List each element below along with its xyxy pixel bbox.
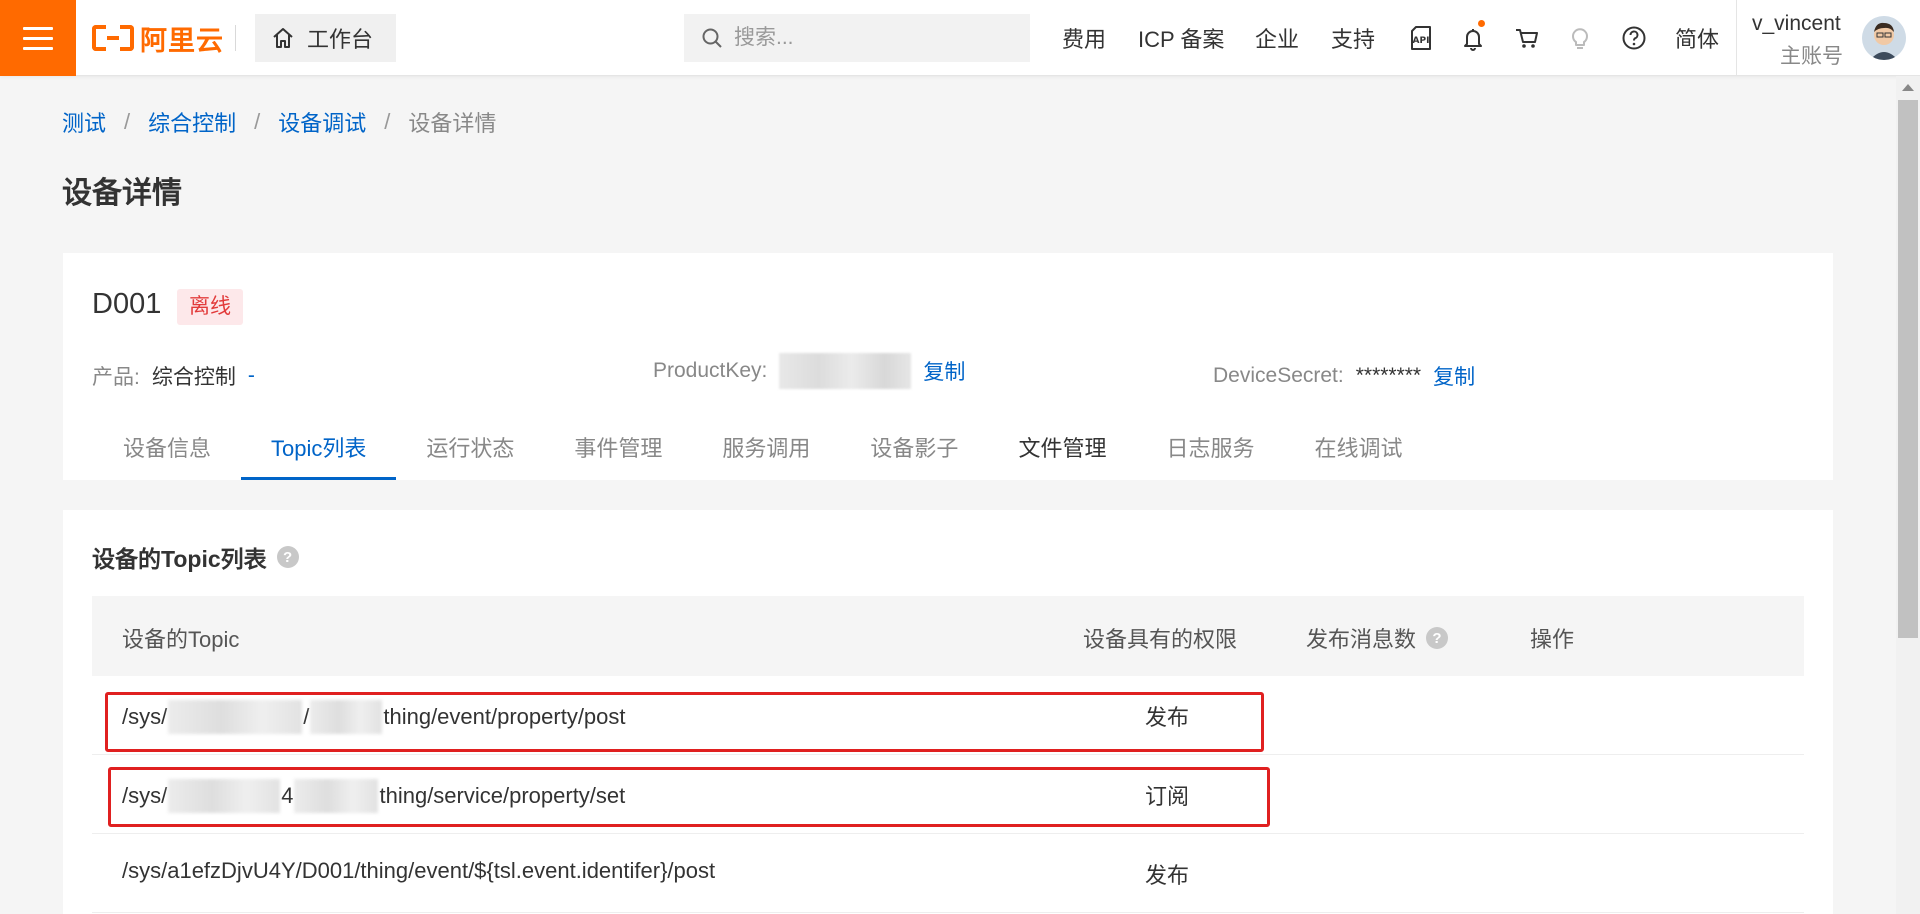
tab-log-service[interactable]: 日志服务: [1136, 423, 1284, 480]
cart-icon[interactable]: [1513, 24, 1541, 52]
tab-service-call[interactable]: 服务调用: [692, 423, 840, 480]
productkey-label: ProductKey:: [653, 359, 768, 382]
aliyun-logo-mark: [92, 25, 134, 51]
redacted-product-key: [168, 779, 281, 813]
topic-path: /sys/ / thing/event/property/post: [122, 700, 626, 734]
product-value: 综合控制: [151, 366, 236, 389]
svg-text:API: API: [1413, 36, 1430, 46]
page-title: 设备详情: [62, 177, 182, 210]
breadcrumb-item-current: 设备详情: [408, 111, 497, 136]
user-separator: [1736, 0, 1737, 76]
search-icon: [702, 28, 722, 48]
table-row: /sys/ 4 thing/service/property/set 订阅: [92, 755, 1804, 834]
aliyun-logo[interactable]: 阿里云: [92, 20, 224, 56]
tab-event-management[interactable]: 事件管理: [544, 423, 692, 480]
product-meta: 产品: 综合控制 -: [92, 361, 255, 391]
column-action: 操作: [1530, 627, 1575, 652]
redacted-product-key: [168, 700, 303, 734]
breadcrumb: 测试 / 综合控制 / 设备调试 / 设备详情: [62, 106, 496, 138]
productkey-copy-button[interactable]: 复制: [923, 356, 965, 386]
devicesecret-value: ********: [1355, 364, 1422, 387]
tab-online-debug[interactable]: 在线调试: [1284, 423, 1432, 480]
tab-running-status[interactable]: 运行状态: [396, 423, 544, 480]
topic-prefix: /sys/: [122, 704, 168, 729]
table-row: /sys/ / thing/event/property/post 发布: [92, 676, 1804, 755]
device-tabs: 设备信息 Topic列表 运行状态 事件管理 服务调用 设备影子 文件管理 日志…: [63, 423, 1432, 480]
productkey-meta: ProductKey: 复制: [653, 353, 965, 389]
product-link[interactable]: -: [248, 364, 255, 388]
scroll-up-arrow-icon[interactable]: [1902, 84, 1914, 91]
user-name[interactable]: v_vincent: [1752, 12, 1841, 36]
scrollbar-thumb[interactable]: [1898, 100, 1918, 638]
product-label: 产品:: [92, 366, 140, 389]
device-name: D001: [92, 288, 162, 320]
home-icon: [273, 28, 293, 48]
section-title-text: 设备的Topic列表: [92, 546, 267, 572]
nav-enterprise[interactable]: 企业: [1255, 22, 1299, 54]
table-row: /sys/a1efzDjvU4Y/D001/thing/event/${tsl.…: [92, 834, 1804, 913]
table-header: 设备的Topic 设备具有的权限 发布消息数 ? 操作: [92, 596, 1804, 676]
tab-file-management[interactable]: 文件管理: [988, 423, 1136, 480]
topic-prefix: /sys/: [122, 783, 168, 808]
topic-suffix: thing/event/property/post: [383, 704, 626, 729]
topic-mid: 4: [281, 783, 294, 808]
lightbulb-icon[interactable]: [1566, 24, 1594, 52]
logo-text: 阿里云: [140, 25, 224, 56]
topic-mid: /: [303, 704, 310, 729]
help-icon[interactable]: [1620, 24, 1648, 52]
nav-cost[interactable]: 费用: [1062, 22, 1106, 54]
breadcrumb-item-test[interactable]: 测试: [62, 106, 106, 138]
tab-device-shadow[interactable]: 设备影子: [840, 423, 988, 480]
search-input[interactable]: [734, 26, 1014, 50]
column-topic: 设备的Topic: [122, 627, 240, 652]
column-permission: 设备具有的权限: [1083, 627, 1238, 652]
workbench-button[interactable]: 工作台: [255, 14, 396, 62]
workbench-label: 工作台: [307, 27, 374, 52]
topic-table: 设备的Topic 设备具有的权限 发布消息数 ? 操作 /sys/ / thin…: [92, 596, 1804, 913]
permission-cell: 发布: [1145, 705, 1190, 730]
devicesecret-copy-button[interactable]: 复制: [1433, 361, 1475, 391]
redacted-device-name: [310, 700, 383, 734]
status-badge: 离线: [177, 289, 243, 325]
help-icon[interactable]: ?: [1426, 627, 1449, 649]
breadcrumb-separator: /: [254, 109, 261, 134]
api-icon[interactable]: API: [1407, 24, 1435, 52]
redacted-device-name: [294, 779, 379, 813]
section-title: 设备的Topic列表 ?: [92, 540, 299, 574]
devicesecret-meta: DeviceSecret: ******** 复制: [1213, 361, 1475, 391]
column-msg-count: 发布消息数 ?: [1306, 622, 1449, 654]
topic-suffix: thing/service/property/set: [379, 783, 626, 808]
device-info-card: D001 离线 产品: 综合控制 - ProductKey: 复制 Device…: [63, 253, 1833, 480]
column-msg-count-label: 发布消息数: [1306, 627, 1417, 652]
avatar[interactable]: [1862, 16, 1906, 60]
topic-path: /sys/a1efzDjvU4Y/D001/thing/event/${tsl.…: [122, 858, 716, 883]
tab-device-info[interactable]: 设备信息: [63, 423, 241, 480]
tab-topic-list[interactable]: Topic列表: [241, 423, 397, 480]
breadcrumb-separator: /: [124, 109, 131, 134]
nav-support[interactable]: 支持: [1331, 22, 1375, 54]
nav-icp[interactable]: ICP 备案: [1138, 22, 1224, 54]
breadcrumb-separator: /: [384, 109, 391, 134]
search-box[interactable]: [684, 14, 1030, 62]
top-navigation-bar: 阿里云 工作台 费用 ICP 备案 企业 支持 API 简体 v_vincent…: [0, 0, 1920, 76]
notification-dot: [1478, 20, 1485, 27]
user-role: 主账号: [1780, 45, 1843, 68]
topic-path: /sys/ 4 thing/service/property/set: [122, 779, 625, 813]
breadcrumb-item-product[interactable]: 综合控制: [148, 106, 236, 138]
topic-list-card: 设备的Topic列表 ? 设备的Topic 设备具有的权限 发布消息数 ? 操作…: [63, 510, 1833, 914]
nav-language[interactable]: 简体: [1675, 22, 1719, 54]
devicesecret-label: DeviceSecret:: [1213, 364, 1344, 387]
permission-cell: 订阅: [1145, 784, 1190, 809]
bell-icon[interactable]: [1459, 20, 1487, 52]
help-icon[interactable]: ?: [276, 546, 299, 568]
menu-icon[interactable]: [0, 0, 76, 76]
breadcrumb-item-device-debug[interactable]: 设备调试: [278, 106, 366, 138]
productkey-value-redacted: [779, 353, 912, 389]
logo-divider: [235, 25, 236, 51]
permission-cell: 发布: [1145, 863, 1190, 888]
